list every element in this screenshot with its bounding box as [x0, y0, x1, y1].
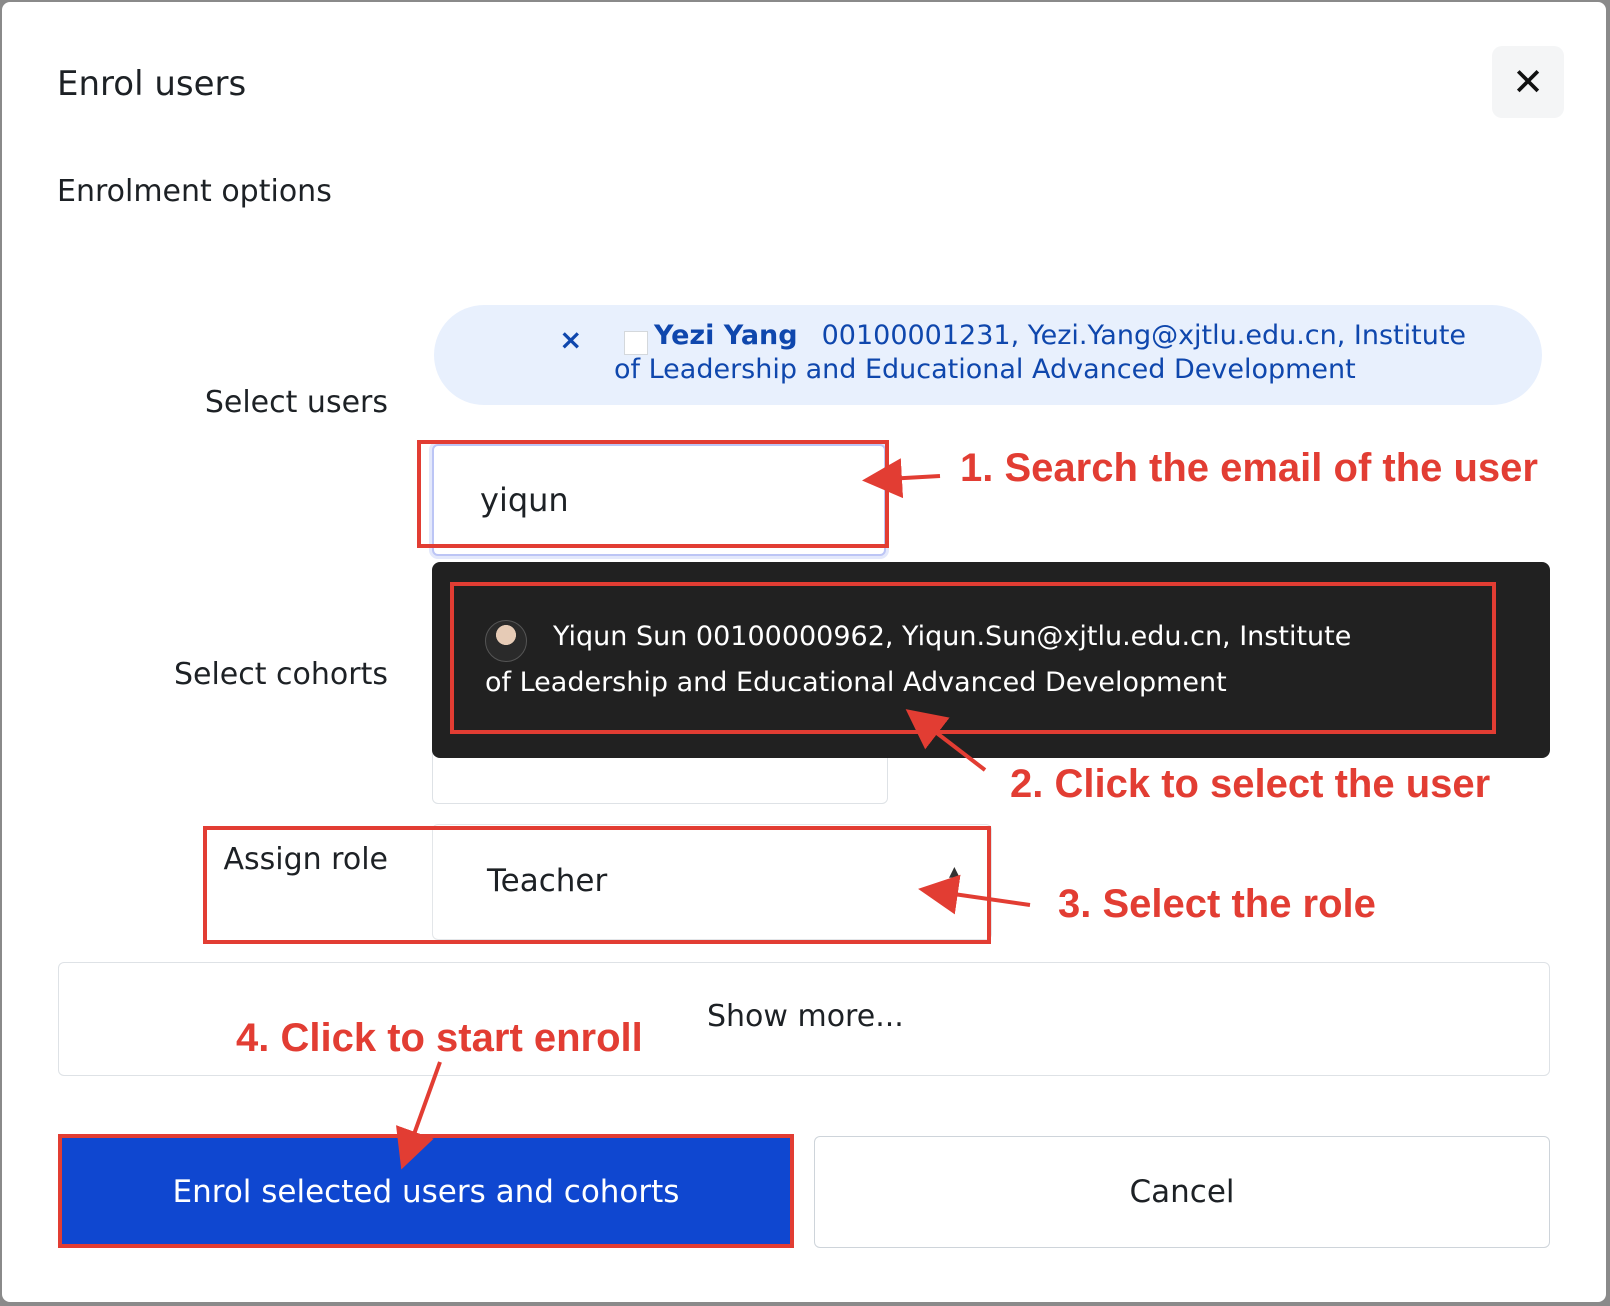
arrow-step4 [396, 1061, 442, 1170]
arrow-step3 [918, 874, 1031, 915]
annotation-arrows [396, 458, 1031, 1170]
arrow-step1 [862, 458, 941, 499]
arrow-step2 [905, 709, 987, 772]
